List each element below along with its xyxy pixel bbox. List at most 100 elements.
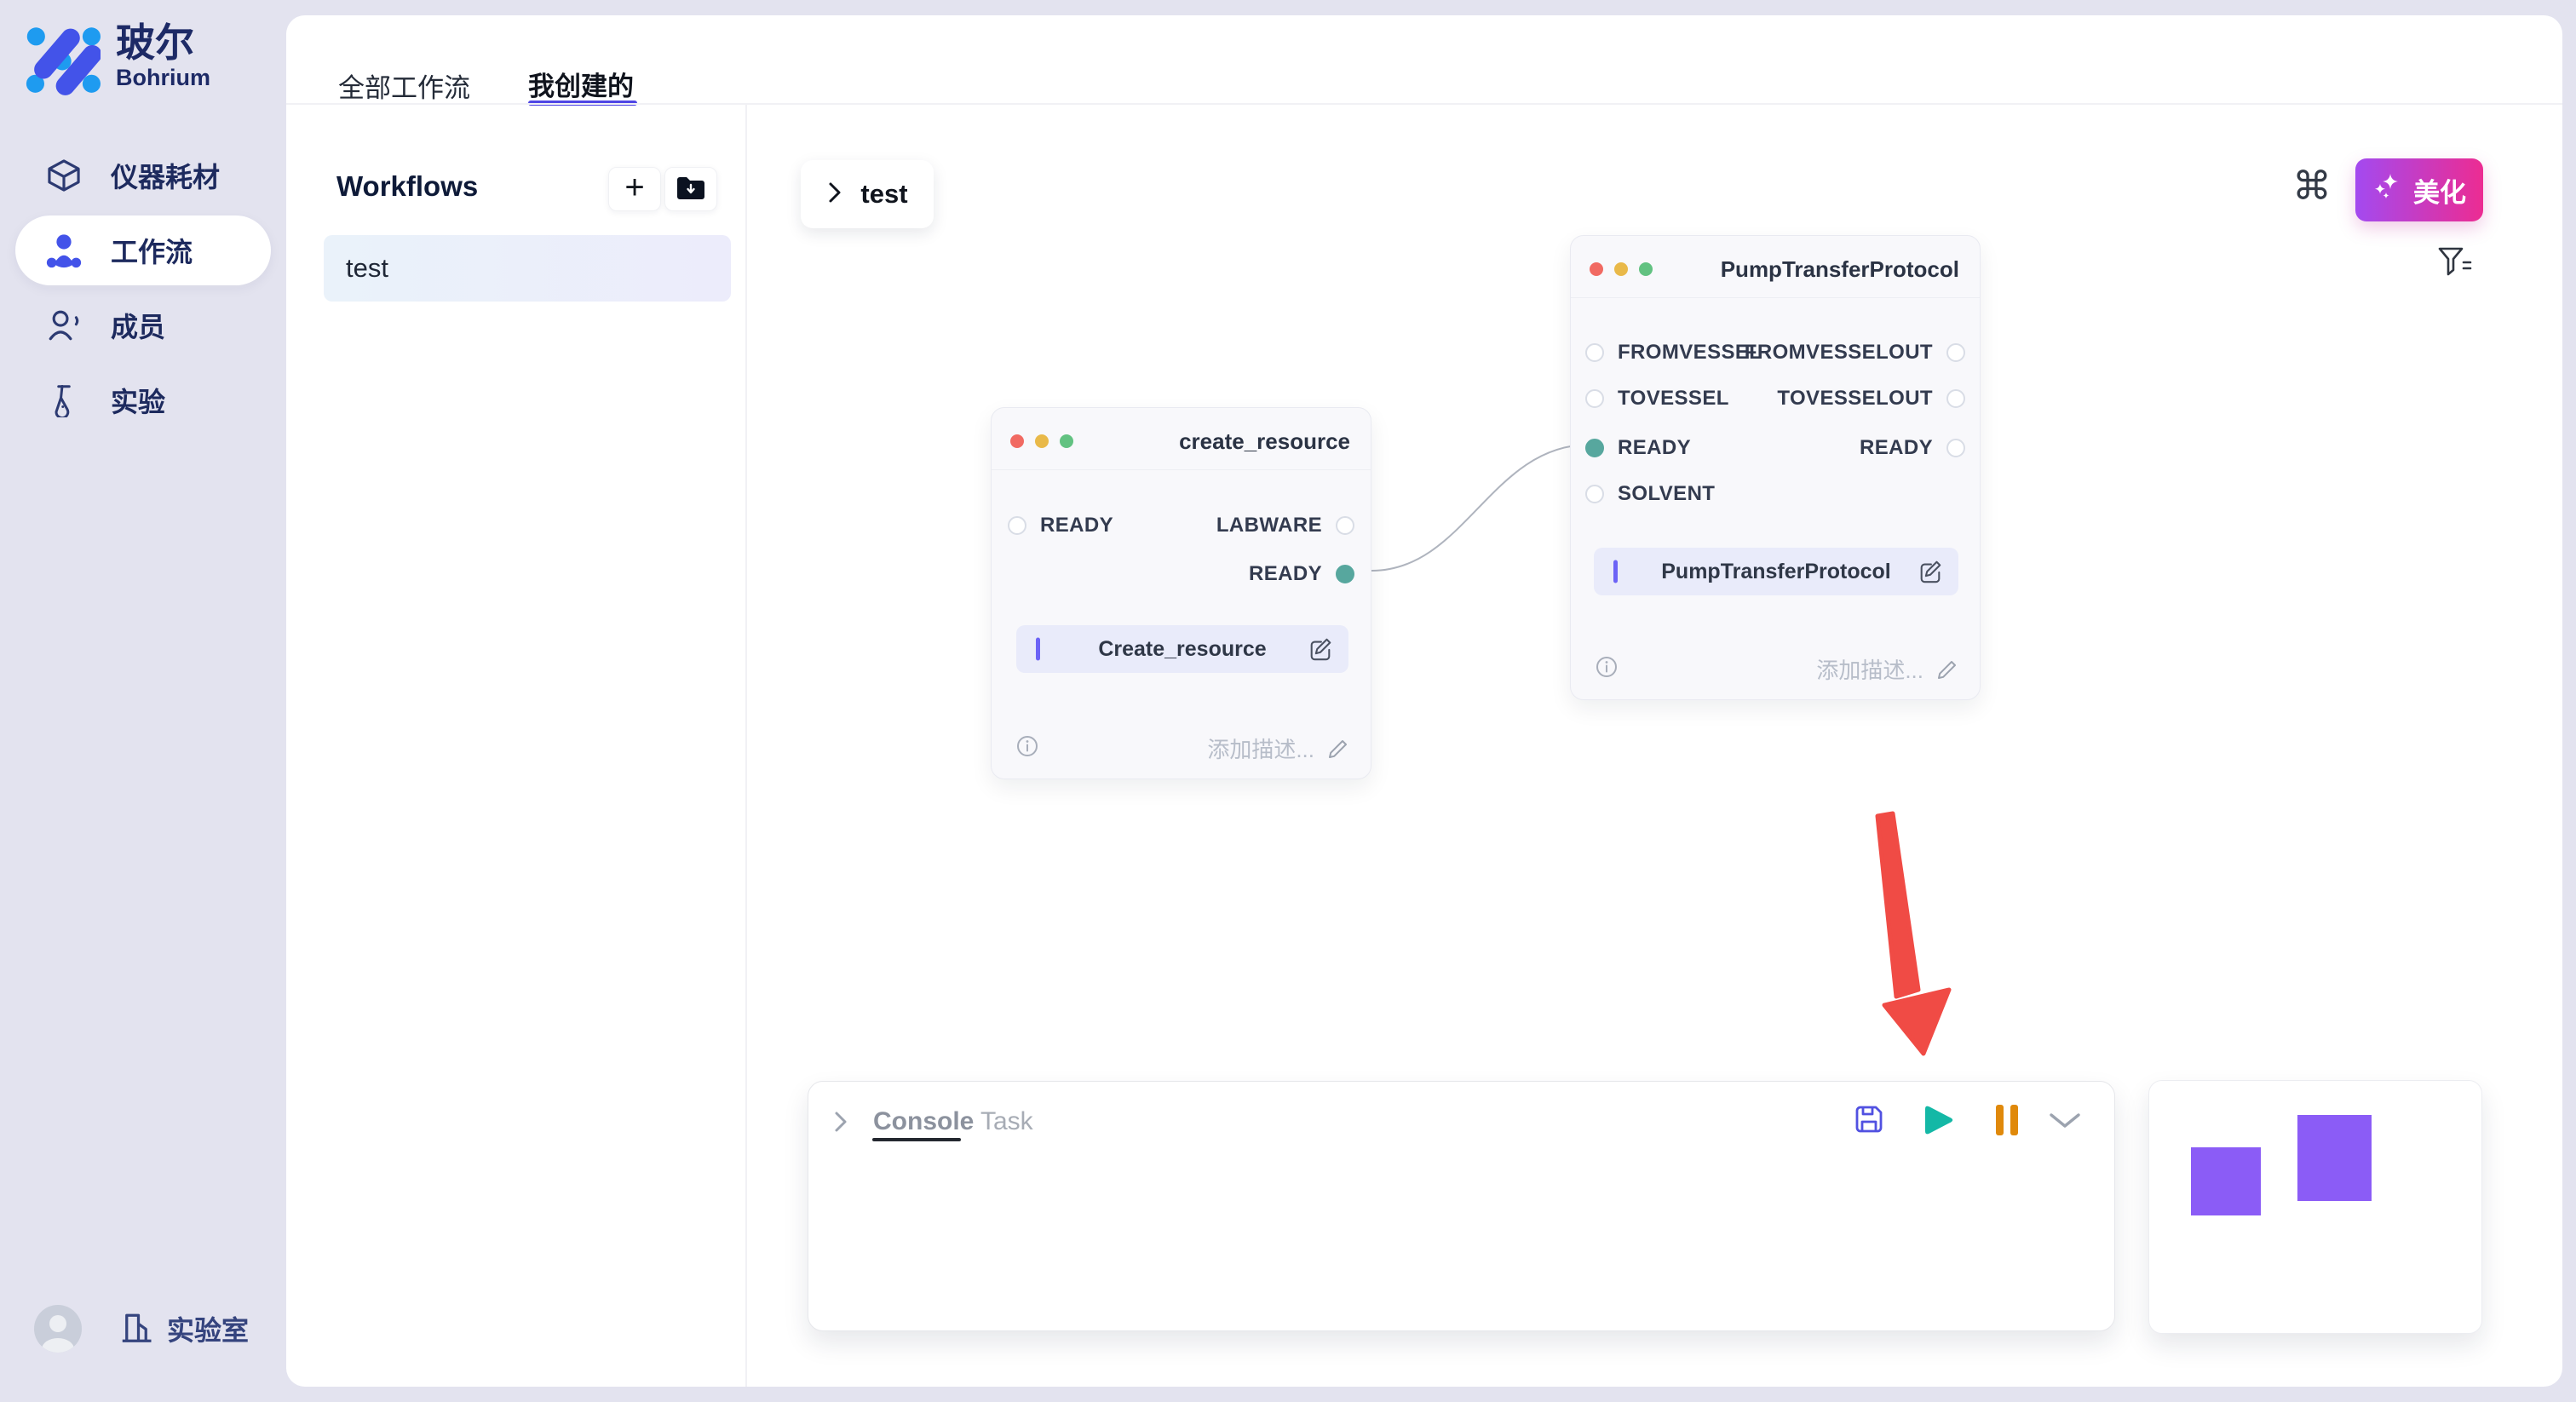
- port-dot[interactable]: [1336, 516, 1354, 535]
- port-out-ready: READY: [1249, 562, 1354, 586]
- tab-task[interactable]: Task: [980, 1107, 1033, 1136]
- node-header: create_resource: [992, 408, 1371, 470]
- avatar[interactable]: [34, 1305, 82, 1353]
- sidebar-footer: 实验室: [34, 1305, 249, 1353]
- collapse-chevron-icon[interactable]: [832, 1109, 849, 1139]
- workflow-icon: [44, 231, 83, 270]
- beautify-button[interactable]: 美化: [2355, 158, 2483, 221]
- workflow-list-item[interactable]: test: [324, 235, 731, 302]
- minimap-node-pump: [2297, 1115, 2372, 1201]
- brand-subtitle: Bohrium: [116, 65, 210, 91]
- pencil-icon[interactable]: [1326, 737, 1350, 761]
- workflows-title: Workflows: [336, 170, 478, 203]
- sidebar-item-instruments[interactable]: 仪器耗材: [15, 141, 271, 210]
- node-footer: 添加描述...: [1595, 653, 1959, 685]
- members-icon: [44, 306, 83, 345]
- sidebar: 玻尔 Bohrium 仪器耗材: [0, 0, 286, 1402]
- port-in-fromvessel: FROMVESSEL: [1585, 341, 1762, 365]
- tab-console[interactable]: Console: [873, 1107, 974, 1136]
- play-icon[interactable]: [1920, 1102, 1956, 1140]
- description-placeholder[interactable]: 添加描述...: [1207, 733, 1314, 764]
- sidebar-item-label: 仪器耗材: [111, 156, 220, 195]
- app-root: 玻尔 Bohrium 仪器耗材: [0, 0, 2576, 1402]
- node-header: PumpTransferProtocol: [1571, 236, 1980, 298]
- port-dot[interactable]: [1585, 389, 1604, 408]
- accent-bar: [1613, 560, 1618, 583]
- pencil-icon[interactable]: [1935, 658, 1959, 681]
- bohrium-logo-icon: [26, 22, 101, 103]
- port-out-labware: LABWARE: [1216, 514, 1354, 537]
- minimap[interactable]: [2148, 1080, 2482, 1334]
- traffic-red-dot[interactable]: [1590, 262, 1603, 276]
- tabbar-divider: [286, 103, 2562, 105]
- tab-my-created[interactable]: 我创建的: [528, 65, 634, 103]
- port-dot-connected[interactable]: [1336, 565, 1354, 583]
- console-panel: Console Task: [808, 1081, 2115, 1331]
- console-tab-underline: [872, 1138, 961, 1141]
- edit-icon[interactable]: [1308, 636, 1333, 662]
- node-footer: 添加描述...: [1015, 733, 1350, 764]
- pause-icon[interactable]: [1995, 1104, 2019, 1136]
- port-dot[interactable]: [1585, 343, 1604, 362]
- sparkles-icon: [2372, 172, 2401, 208]
- info-icon[interactable]: [1595, 655, 1619, 683]
- tab-all-workflows[interactable]: 全部工作流: [338, 66, 470, 105]
- folder-download-icon: [676, 175, 706, 204]
- port-in-tovessel: TOVESSEL: [1585, 387, 1729, 411]
- lab-switcher[interactable]: 实验室: [119, 1309, 249, 1348]
- chevron-down-icon[interactable]: [2046, 1111, 2084, 1131]
- save-icon[interactable]: [1852, 1102, 1886, 1136]
- node-pump-transfer-protocol[interactable]: PumpTransferProtocol FROMVESSEL TOVESSEL…: [1570, 235, 1981, 700]
- sidebar-item-experiments[interactable]: 实验: [15, 365, 271, 435]
- minimap-node-create-resource: [2191, 1147, 2261, 1215]
- port-in-ready: READY: [1008, 514, 1113, 537]
- building-icon: [119, 1310, 153, 1348]
- port-out-ready: READY: [1860, 436, 1965, 460]
- brand: 玻尔 Bohrium: [26, 22, 210, 103]
- lab-label: 实验室: [167, 1309, 249, 1348]
- node-title: create_resource: [1179, 428, 1350, 455]
- sidebar-item-label: 成员: [111, 306, 165, 345]
- node-action-button[interactable]: PumpTransferProtocol: [1594, 548, 1958, 595]
- port-dot[interactable]: [1946, 343, 1965, 362]
- chevron-right-icon: [826, 180, 843, 210]
- command-palette-button[interactable]: ⌘: [2288, 162, 2336, 210]
- port-out-tovesselout: TOVESSELOUT: [1777, 387, 1965, 411]
- node-action-button[interactable]: Create_resource: [1016, 625, 1348, 673]
- red-annotation-arrow: [1866, 801, 1968, 1065]
- port-dot[interactable]: [1585, 485, 1604, 503]
- port-in-solvent: SOLVENT: [1585, 482, 1715, 506]
- edit-icon[interactable]: [1918, 559, 1943, 584]
- command-icon: ⌘: [2292, 163, 2332, 209]
- info-icon[interactable]: [1015, 734, 1039, 762]
- box-icon: [44, 156, 83, 195]
- plus-icon: +: [624, 170, 644, 204]
- sidebar-item-label: 工作流: [111, 231, 193, 270]
- test-tube-icon: [44, 381, 83, 420]
- node-title: PumpTransferProtocol: [1721, 256, 1959, 283]
- port-out-fromvesselout: FROMVESSELOUT: [1745, 341, 1965, 365]
- port-dot[interactable]: [1946, 389, 1965, 408]
- traffic-yellow-dot[interactable]: [1035, 434, 1049, 448]
- sidebar-item-label: 实验: [111, 381, 165, 420]
- import-folder-button[interactable]: [664, 167, 717, 211]
- port-dot[interactable]: [1946, 439, 1965, 457]
- port-in-ready: READY: [1585, 436, 1691, 460]
- sidebar-item-workflow[interactable]: 工作流: [15, 215, 271, 285]
- add-workflow-button[interactable]: +: [608, 167, 661, 211]
- breadcrumb[interactable]: test: [801, 160, 934, 228]
- traffic-yellow-dot[interactable]: [1614, 262, 1628, 276]
- traffic-green-dot[interactable]: [1639, 262, 1653, 276]
- traffic-red-dot[interactable]: [1010, 434, 1024, 448]
- accent-bar: [1036, 638, 1040, 661]
- filter-button[interactable]: [2435, 244, 2475, 284]
- brand-name: 玻尔: [116, 22, 210, 63]
- traffic-green-dot[interactable]: [1060, 434, 1073, 448]
- node-create-resource[interactable]: create_resource READY LABWARE READY Crea…: [991, 407, 1371, 779]
- beautify-label: 美化: [2413, 171, 2466, 210]
- sidebar-item-members[interactable]: 成员: [15, 290, 271, 360]
- port-dot-connected[interactable]: [1585, 439, 1604, 457]
- port-dot[interactable]: [1008, 516, 1026, 535]
- panel-divider: [745, 105, 747, 1387]
- description-placeholder[interactable]: 添加描述...: [1816, 653, 1923, 685]
